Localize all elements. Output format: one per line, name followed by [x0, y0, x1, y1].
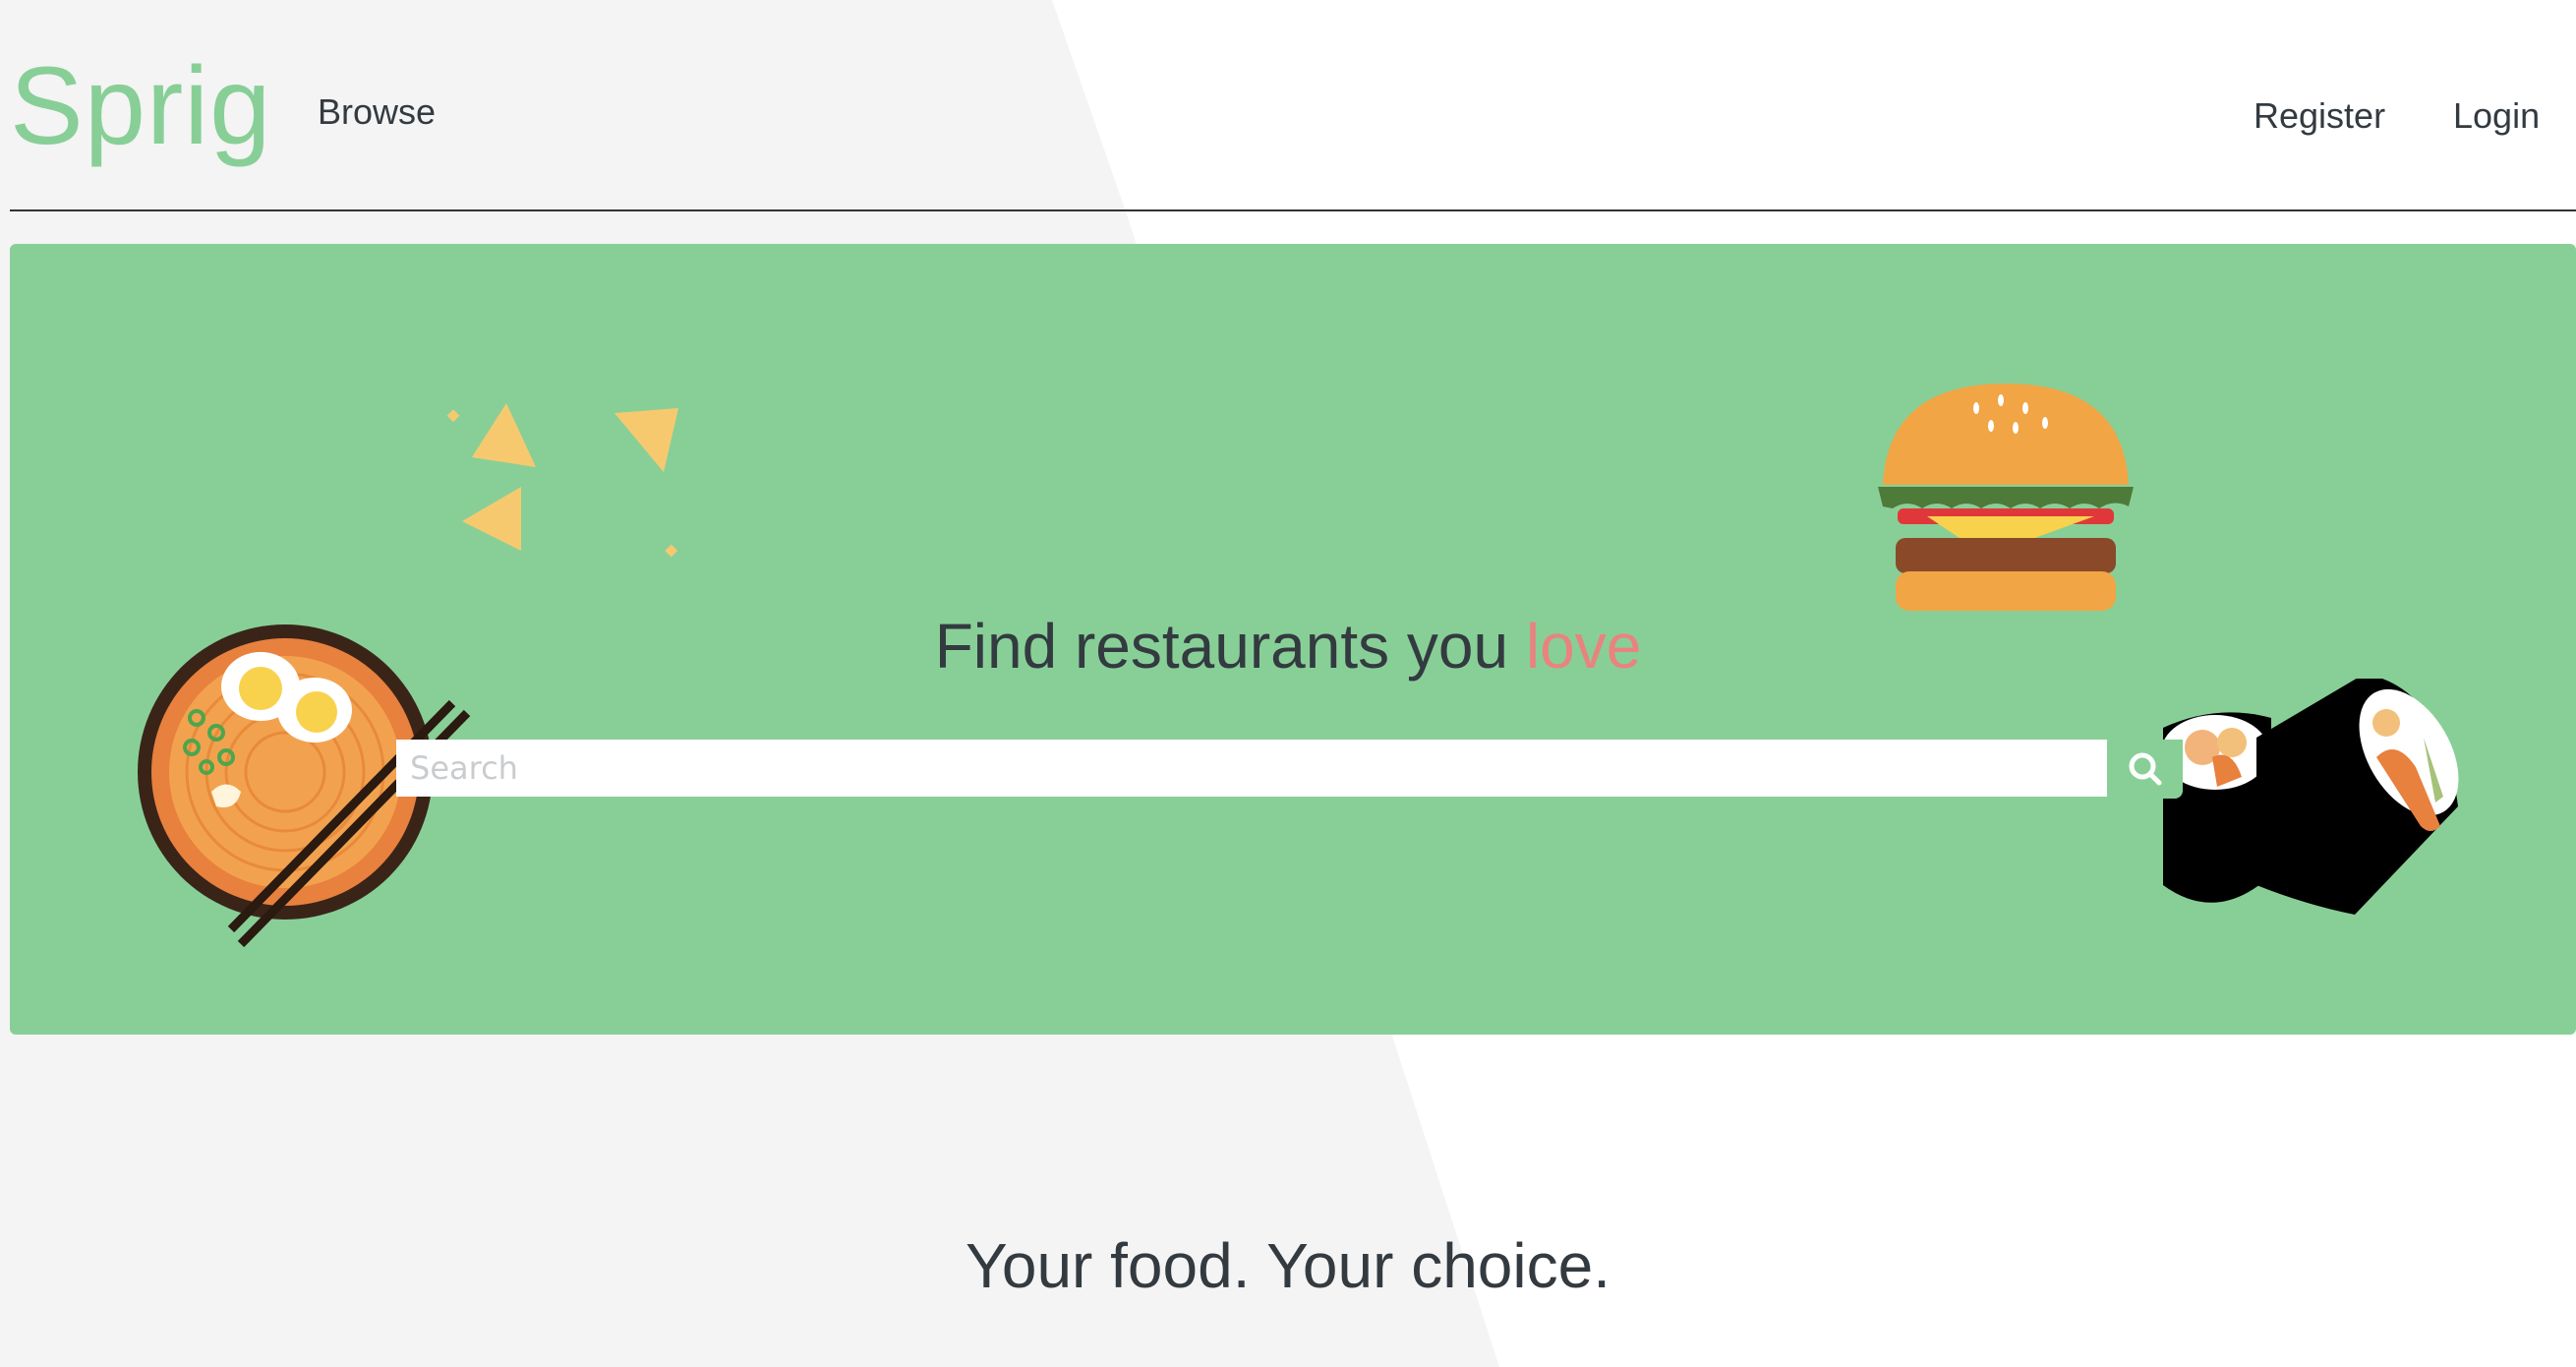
- chips-icon: [446, 403, 678, 558]
- nav-browse[interactable]: Browse: [318, 94, 436, 130]
- nav-login[interactable]: Login: [2453, 98, 2540, 134]
- logo[interactable]: Sprig: [10, 51, 271, 161]
- search-button[interactable]: [2107, 740, 2183, 799]
- headline-prefix: Find restaurants you: [934, 611, 1526, 682]
- nav-register[interactable]: Register: [2254, 98, 2385, 134]
- header-divider: [10, 209, 2576, 211]
- search-input[interactable]: [396, 740, 2107, 797]
- sushi-roll-icon: [2161, 679, 2459, 915]
- burger-icon: [1878, 384, 2134, 611]
- headline-highlight: love: [1525, 611, 1642, 682]
- search-icon: [2129, 752, 2161, 786]
- section-title: Your food. Your choice.: [966, 1230, 1610, 1301]
